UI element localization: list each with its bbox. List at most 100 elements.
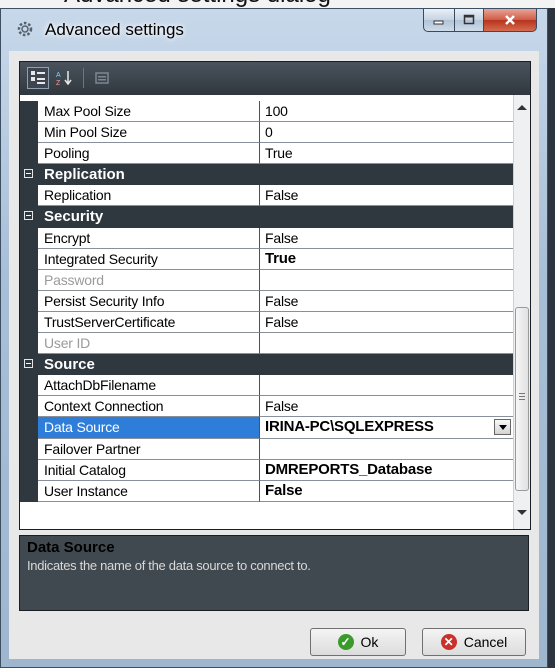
categorized-view-icon	[31, 71, 45, 84]
property-value[interactable]: False	[260, 291, 513, 312]
property-row[interactable]: Persist Security Info False	[20, 290, 513, 312]
chevron-down-icon	[498, 424, 507, 430]
row-margin	[20, 248, 38, 270]
property-value-text: True	[265, 145, 293, 162]
category-margin	[20, 164, 38, 186]
property-row[interactable]: User ID	[20, 333, 513, 355]
category-row[interactable]: Source	[20, 354, 513, 376]
property-value-text: 100	[265, 103, 288, 119]
alphabetical-sort-button[interactable]: A Z	[54, 67, 76, 89]
row-margin	[20, 290, 38, 312]
help-title: Data Source	[27, 539, 115, 556]
property-value[interactable]: False	[260, 185, 513, 207]
category-row[interactable]: Security	[20, 206, 513, 228]
title-bar[interactable]: Advanced settings	[1, 9, 547, 51]
row-margin	[20, 269, 38, 291]
scroll-up-arrow-icon[interactable]	[517, 105, 527, 110]
property-row[interactable]: TrustServerCertificate False	[20, 311, 513, 334]
property-row[interactable]: Pooling True	[20, 143, 513, 165]
category-margin	[20, 206, 38, 228]
property-name[interactable]: Pooling	[38, 143, 260, 165]
background-caption-fragment: Advanced settings dialog	[0, 0, 555, 8]
property-row[interactable]: Encrypt False	[20, 227, 513, 249]
property-row[interactable]: Integrated Security True	[20, 248, 513, 270]
close-button[interactable]	[484, 9, 537, 32]
row-margin	[20, 122, 38, 144]
cancel-button[interactable]: ✕ Cancel	[422, 628, 526, 656]
property-name[interactable]: Encrypt	[38, 227, 260, 249]
property-name[interactable]: Data Source	[38, 417, 260, 439]
property-name[interactable]: Max Pool Size	[38, 101, 260, 123]
property-row[interactable]: AttachDbFilename	[20, 375, 513, 397]
category-row[interactable]: Replication	[20, 164, 513, 186]
help-pane: Data Source Indicates the name of the da…	[19, 535, 529, 611]
dropdown-button[interactable]	[494, 419, 511, 436]
maximize-icon	[463, 14, 475, 25]
scroll-down-arrow-icon[interactable]	[517, 510, 527, 515]
property-name[interactable]: Initial Catalog	[38, 459, 260, 481]
collapse-icon[interactable]	[24, 211, 33, 221]
property-value[interactable]: False	[260, 228, 513, 249]
property-name[interactable]: User Instance	[38, 480, 260, 502]
row-margin	[20, 185, 38, 207]
property-value[interactable]	[260, 375, 513, 397]
property-name[interactable]: Password	[38, 269, 260, 291]
property-value[interactable]: DMREPORTS_Database	[260, 460, 513, 481]
cancel-button-label: Cancel	[463, 634, 508, 650]
property-row[interactable]: User Instance False	[20, 480, 513, 502]
property-value[interactable]: 100	[260, 101, 513, 123]
category-label: Replication	[44, 166, 125, 184]
property-value-text: False	[265, 481, 303, 499]
property-value[interactable]: True	[260, 249, 513, 270]
collapse-icon[interactable]	[24, 169, 33, 179]
property-row[interactable]: Initial Catalog DMREPORTS_Database	[20, 459, 513, 481]
property-value[interactable]: 0	[260, 122, 513, 144]
property-value[interactable]	[260, 270, 513, 291]
property-value[interactable]: False	[260, 396, 513, 418]
property-name[interactable]: Integrated Security	[38, 248, 260, 270]
checkmark-icon: ✓	[337, 634, 354, 650]
property-name[interactable]: Context Connection	[38, 396, 260, 418]
property-pages-button[interactable]	[91, 67, 113, 89]
svg-text:A: A	[56, 72, 61, 79]
property-value[interactable]: False	[260, 312, 513, 334]
category-margin	[20, 354, 38, 376]
svg-text:Z: Z	[56, 80, 61, 87]
categorized-view-button[interactable]	[27, 67, 49, 89]
property-name[interactable]: AttachDbFilename	[38, 375, 260, 397]
property-name[interactable]: Persist Security Info	[38, 290, 260, 312]
vertical-scrollbar[interactable]	[513, 95, 530, 529]
property-row[interactable]: Replication False	[20, 185, 513, 207]
property-row[interactable]: Min Pool Size 0	[20, 122, 513, 144]
property-name[interactable]: Failover Partner	[38, 438, 260, 460]
property-name[interactable]: Min Pool Size	[38, 122, 260, 144]
row-margin	[20, 480, 38, 502]
property-name[interactable]: TrustServerCertificate	[38, 311, 260, 334]
property-row[interactable]: Password	[20, 269, 513, 291]
maximize-button[interactable]	[455, 9, 484, 32]
property-value-dropdown[interactable]: IRINA-PC\SQLEXPRESS	[260, 417, 513, 439]
property-row[interactable]: Max Pool Size 100	[20, 101, 513, 123]
scroll-thumb[interactable]	[515, 307, 529, 491]
row-margin	[20, 333, 38, 355]
property-row[interactable]: Data Source IRINA-PC\SQLEXPRESS	[20, 417, 513, 439]
alphabetical-sort-icon: A Z	[56, 71, 72, 87]
property-name[interactable]: User ID	[38, 333, 260, 355]
property-name[interactable]: Replication	[38, 185, 260, 207]
property-row[interactable]: Failover Partner	[20, 438, 513, 460]
property-value[interactable]: False	[260, 481, 513, 502]
row-margin	[20, 375, 38, 397]
ok-button[interactable]: ✓ Ok	[310, 628, 406, 656]
property-value-text: False	[265, 292, 299, 309]
row-margin	[20, 417, 38, 439]
cancel-x-icon: ✕	[440, 634, 457, 650]
property-row[interactable]: Context Connection False	[20, 396, 513, 418]
property-value[interactable]: True	[260, 143, 513, 165]
property-value[interactable]	[260, 439, 513, 460]
advanced-settings-window: Advanced settings A Z Max Pool Size 100 …	[0, 8, 548, 668]
property-value-text: 0	[265, 124, 273, 141]
collapse-icon[interactable]	[24, 359, 33, 369]
minimize-button[interactable]	[423, 9, 455, 32]
property-value[interactable]	[260, 333, 513, 355]
help-description: Indicates the name of the data source to…	[27, 558, 311, 573]
